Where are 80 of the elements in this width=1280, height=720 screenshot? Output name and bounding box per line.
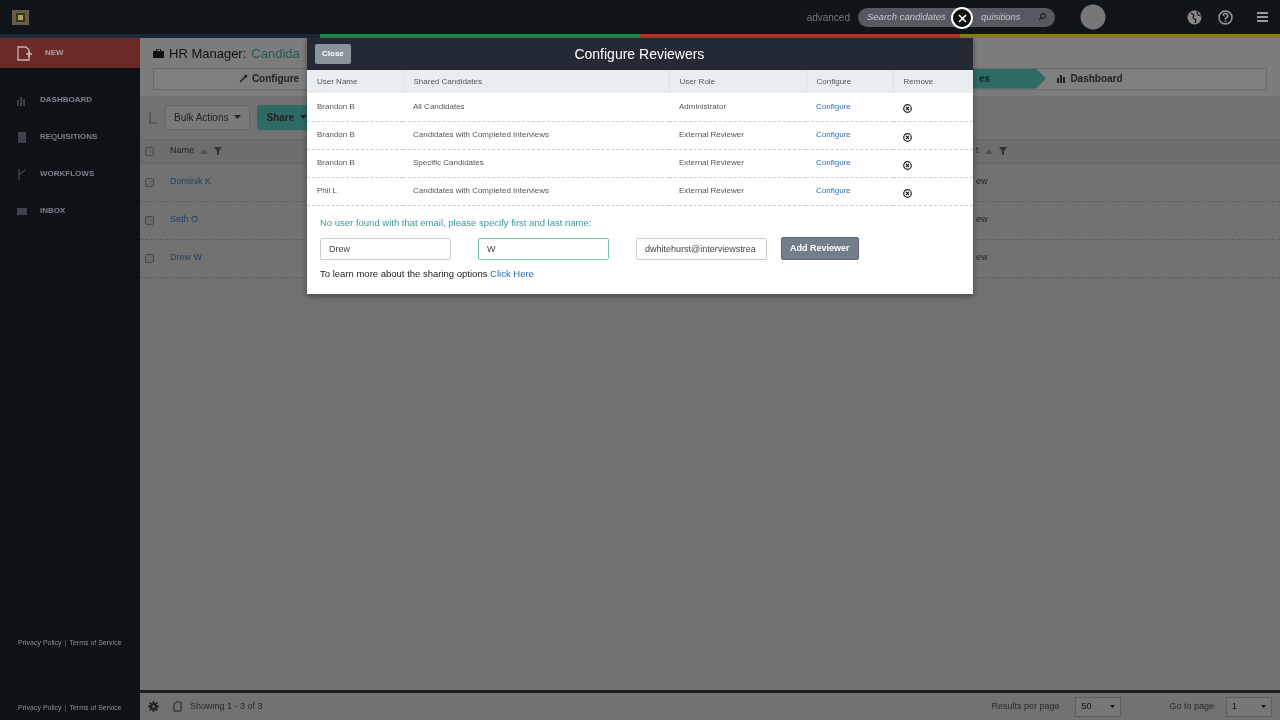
caret-icon — [234, 115, 242, 119]
table-cell: Brandon B — [317, 101, 355, 111]
filter-icon — [998, 147, 1007, 155]
avatar-icon[interactable] — [1080, 4, 1106, 30]
bar-chart-icon — [1057, 74, 1067, 83]
page-title: HR Manager: — [169, 45, 247, 63]
page-size-select[interactable]: 50 — [1075, 696, 1122, 717]
table-cell: Administrator — [679, 101, 727, 111]
filter-icon — [214, 147, 222, 155]
row-checkbox[interactable] — [145, 215, 154, 225]
results-per-page-label: Results per page — [991, 699, 1060, 713]
results-summary: Showing 1 - 3 of 3 — [190, 699, 263, 713]
gear-icon[interactable] — [148, 701, 159, 712]
sidebar-item[interactable]: INBOX — [0, 196, 140, 226]
remove-icon[interactable] — [903, 188, 912, 198]
close-button[interactable]: Close — [315, 44, 351, 64]
table-cell: Candidates with Completed Interviews — [413, 186, 550, 195]
bulk-actions-dropdown[interactable]: Bulk Actions — [165, 104, 251, 130]
table-cell: External Reviewer — [679, 158, 744, 167]
column-header: Remove — [893, 70, 973, 93]
remove-icon[interactable] — [903, 104, 912, 114]
sidebar-item[interactable]: WORKFLOWS — [0, 159, 140, 189]
branch-icon — [16, 167, 28, 181]
table-cell: ew — [976, 213, 988, 227]
add-reviewer-button[interactable]: Add Reviewer — [781, 236, 859, 261]
page-title-highlight: Candida — [251, 45, 300, 63]
row-checkbox[interactable] — [145, 253, 154, 263]
select-all-checkbox[interactable] — [145, 146, 154, 156]
caret-icon — [1110, 705, 1116, 708]
table-cell: Candidates with Completed Interviews — [413, 130, 550, 139]
logo-icon[interactable] — [12, 9, 29, 25]
search-input[interactable]: Search candidates — [867, 9, 955, 25]
column-header[interactable]: t — [976, 144, 979, 158]
configure-link[interactable]: Configure — [816, 158, 851, 167]
go-to-page-label: Go to page — [1169, 699, 1214, 713]
briefcase-icon — [153, 49, 164, 59]
document-icon[interactable] — [173, 701, 182, 712]
table-cell: Brandon B — [317, 130, 355, 139]
configure-link[interactable]: Configure — [816, 101, 851, 111]
configure-link[interactable]: Configure — [816, 186, 851, 195]
table-cell: All Candidates — [413, 101, 465, 111]
remove-icon[interactable] — [903, 132, 912, 142]
wrench-icon — [238, 74, 248, 83]
advanced-link[interactable]: advanced — [806, 9, 850, 25]
table-cell: ew — [976, 175, 988, 189]
globe-icon[interactable] — [1187, 9, 1202, 25]
column-header: User Name — [307, 70, 403, 93]
table-cell: ew — [976, 251, 988, 265]
menu-icon[interactable] — [1257, 12, 1268, 22]
sidebar-item[interactable]: NEW — [0, 38, 140, 68]
column-header: Shared Candidates — [403, 70, 669, 93]
row-checkbox[interactable] — [145, 177, 154, 187]
click-here-link[interactable]: Click Here — [490, 268, 534, 280]
search-field[interactable]: Search candidates quisitions — [858, 7, 1055, 27]
caret-icon — [1261, 705, 1266, 708]
table-cell: Brandon B — [317, 158, 355, 167]
sidebar-item[interactable]: REQUISITIONS — [0, 122, 140, 152]
table-cell: External Reviewer — [679, 186, 744, 195]
help-icon[interactable] — [1218, 9, 1233, 25]
document-plus-icon — [16, 45, 33, 61]
close-icon — [957, 13, 967, 23]
input-field[interactable]: Drew — [320, 237, 451, 260]
column-header[interactable]: Name — [170, 144, 194, 158]
caret-icon — [300, 115, 308, 119]
modal-title: Configure Reviewers — [574, 44, 705, 64]
table-cell: External Reviewer — [679, 130, 744, 139]
table-cell: Specific Candidates — [413, 158, 484, 167]
learn-more-text: To learn more about the sharing options Click Here — [320, 267, 535, 282]
input-field[interactable]: W — [478, 237, 609, 260]
page-number-select[interactable]: 1 — [1226, 696, 1272, 717]
search-icon — [1038, 13, 1046, 21]
table-cell: Phil L — [317, 186, 337, 195]
column-header: Configure — [806, 70, 893, 93]
input-field[interactable]: dwhitehurst@interviewstrea — [636, 237, 767, 260]
remove-icon[interactable] — [903, 160, 912, 170]
document-icon — [16, 130, 28, 144]
sidebar-item[interactable]: DASHBOARD — [0, 85, 140, 115]
column-header: User Role — [669, 70, 806, 93]
notice-text: No user found with that email, please specify first and last name: — [320, 215, 593, 230]
configure-link[interactable]: Configure — [816, 130, 851, 139]
